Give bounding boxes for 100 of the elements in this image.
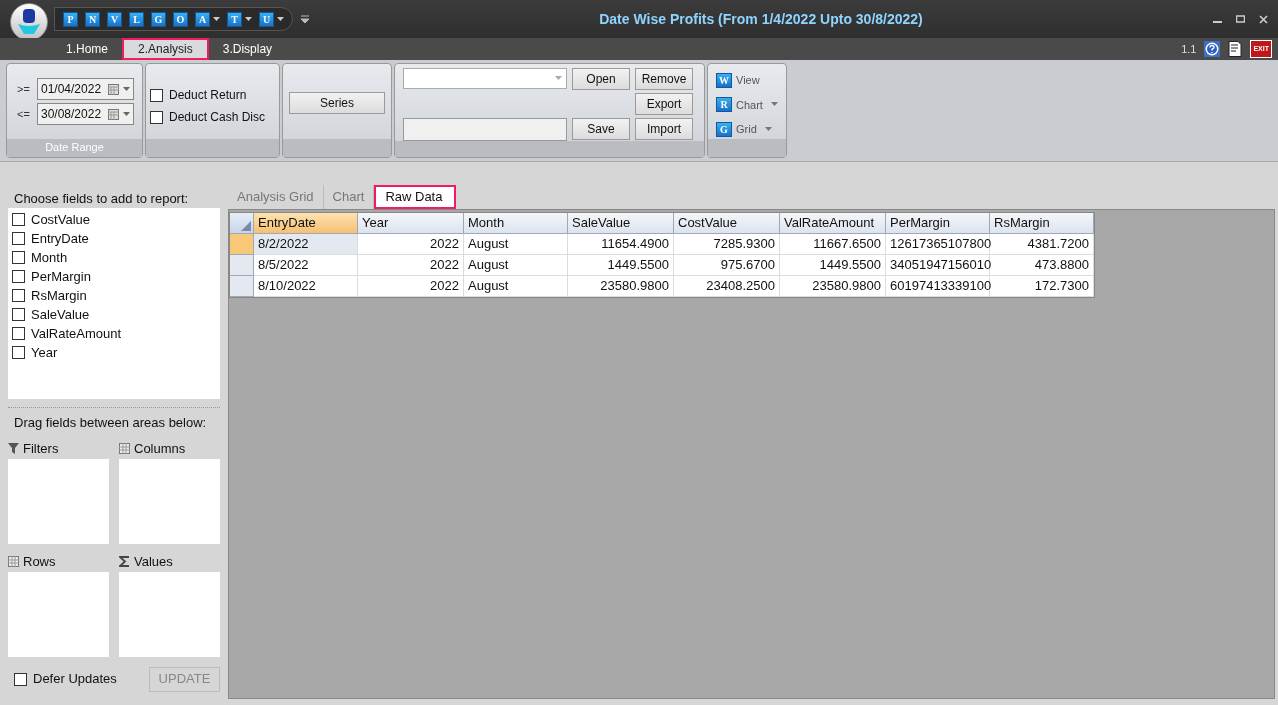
table-cell: 12617365107800: [886, 234, 990, 255]
table-cell: 1449.5500: [568, 255, 674, 276]
field-label[interactable]: RsMargin: [31, 285, 87, 306]
date-field[interactable]: 01/04/2022: [37, 78, 134, 100]
help-icon[interactable]: [1204, 41, 1221, 57]
area-label: Values: [134, 552, 173, 571]
date-field[interactable]: 30/08/2022: [37, 103, 134, 125]
table-cell: 60197413339100: [886, 276, 990, 297]
customize-icon[interactable]: [301, 15, 309, 23]
column-header[interactable]: Month: [464, 213, 568, 234]
corner-triangle-icon: [241, 221, 251, 231]
area-label: Filters: [23, 439, 59, 458]
checkbox-label: Deduct Return: [169, 87, 247, 104]
table-cell: 23580.9800: [568, 276, 674, 297]
area-label: Rows: [23, 552, 56, 571]
filter-icon: [8, 443, 19, 454]
ribbon-button[interactable]: Remove: [635, 68, 693, 90]
ribbon-tab[interactable]: 1.Home: [52, 38, 123, 60]
checkbox[interactable]: [12, 251, 25, 264]
checkbox[interactable]: [150, 110, 163, 124]
grid-icon: [119, 443, 130, 454]
checkbox[interactable]: [12, 308, 25, 321]
grid-icon: [8, 556, 19, 567]
field-label[interactable]: Month: [31, 247, 68, 268]
table-cell: 23580.9800: [780, 276, 886, 297]
defer-label: Defer Updates: [33, 670, 117, 689]
window-title: Date Wise Profits (From 1/4/2022 Upto 30/8/2022): [598, 9, 924, 29]
field-label[interactable]: ValRateAmount: [31, 323, 122, 344]
view-menu-item[interactable]: R Chart: [716, 96, 782, 113]
calendar-icon[interactable]: [108, 108, 119, 120]
table-cell: August: [464, 276, 568, 297]
table-cell: 7285.9300: [674, 234, 780, 255]
table-cell: 34051947156010: [886, 255, 990, 276]
table-cell: August: [464, 234, 568, 255]
table-cell: 975.6700: [674, 255, 780, 276]
view-menu-item[interactable]: G Grid: [716, 121, 782, 138]
checkbox[interactable]: [150, 88, 163, 102]
table-cell: 23408.2500: [674, 276, 780, 297]
checkbox[interactable]: [12, 346, 25, 359]
checkbox[interactable]: [12, 327, 25, 340]
layout-name-field[interactable]: [403, 118, 567, 141]
view-tab[interactable]: Raw Data: [374, 185, 457, 209]
ribbon-button[interactable]: Export: [635, 93, 693, 115]
ribbon-tab[interactable]: 2.Analysis: [122, 38, 209, 60]
checkbox[interactable]: [12, 232, 25, 245]
document-icon[interactable]: [1228, 41, 1243, 57]
field-label[interactable]: Year: [31, 342, 58, 363]
letter-icon[interactable]: G: [716, 121, 732, 137]
field-label[interactable]: CostValue: [31, 209, 90, 230]
ribbon-tab[interactable]: 3.Display: [208, 38, 287, 60]
caret-icon: [123, 86, 130, 92]
select-all-corner[interactable]: [230, 213, 254, 234]
column-header[interactable]: PerMargin: [886, 213, 990, 234]
menu-label: View: [736, 73, 760, 88]
field-label[interactable]: PerMargin: [31, 266, 91, 287]
field-label[interactable]: SaleValue: [31, 304, 90, 325]
column-header[interactable]: Year: [358, 213, 464, 234]
table-cell: 8/5/2022: [254, 255, 358, 276]
column-header[interactable]: ValRateAmount: [780, 213, 886, 234]
version-label: 1.1: [1181, 41, 1197, 57]
calendar-icon[interactable]: [108, 83, 119, 95]
checkbox-label: Deduct Cash Disc: [169, 109, 266, 126]
ribbon-button[interactable]: Import: [635, 118, 693, 140]
ribbon-button[interactable]: Save: [572, 118, 630, 140]
caret-icon: [213, 16, 220, 22]
checkbox[interactable]: [12, 289, 25, 302]
caret-icon: [764, 126, 772, 132]
table-cell: 8/2/2022: [254, 234, 358, 255]
caret-icon: [123, 111, 130, 117]
quick-access-button[interactable]: G: [151, 11, 166, 27]
column-header[interactable]: CostValue: [674, 213, 780, 234]
caret-icon: [277, 16, 284, 22]
ribbon-button[interactable]: Series: [289, 92, 385, 114]
checkbox[interactable]: [12, 270, 25, 283]
column-header[interactable]: EntryDate: [254, 213, 358, 234]
checkbox[interactable]: [12, 213, 25, 226]
areas-heading: Drag fields between areas below:: [13, 414, 208, 432]
field-label[interactable]: EntryDate: [31, 228, 89, 249]
table-cell: 11654.4900: [568, 234, 674, 255]
table-cell: 11667.6500: [780, 234, 886, 255]
table-cell: 473.8800: [990, 255, 1094, 276]
column-header[interactable]: SaleValue: [568, 213, 674, 234]
date-operator: <=: [17, 106, 31, 122]
checkbox[interactable]: [14, 672, 27, 686]
caret-icon: [245, 16, 252, 22]
column-header[interactable]: RsMargin: [990, 213, 1094, 234]
close-icon[interactable]: [1259, 14, 1268, 24]
table-cell: 4381.7200: [990, 234, 1094, 255]
table-cell: 2022: [358, 234, 464, 255]
maximize-icon[interactable]: [1236, 14, 1245, 24]
field-list-heading: Choose fields to add to report:: [13, 190, 190, 208]
view-menu-item[interactable]: W View: [716, 72, 782, 89]
app-logo[interactable]: [10, 3, 48, 41]
menu-label: Chart: [736, 97, 763, 113]
table-cell: August: [464, 255, 568, 276]
caret-icon: [555, 76, 562, 81]
table-cell: 2022: [358, 255, 464, 276]
ribbon-button[interactable]: Open: [572, 68, 630, 90]
table-cell: 1449.5500: [780, 255, 886, 276]
caret-icon: [770, 102, 778, 108]
